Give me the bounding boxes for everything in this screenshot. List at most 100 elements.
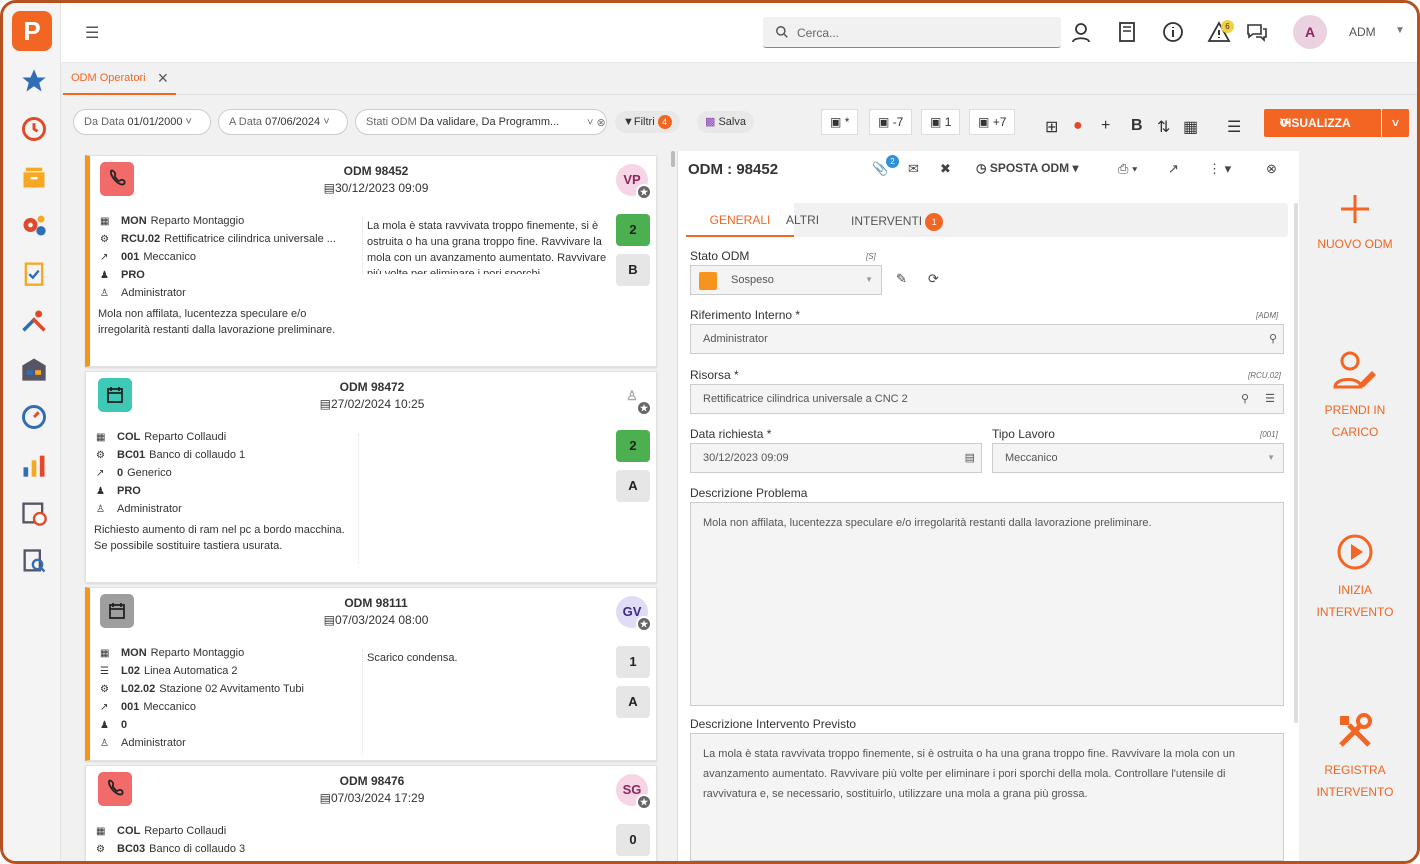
date-plus7-button[interactable]: ▣ +7 — [969, 109, 1016, 135]
odm-card[interactable]: ODM 98476 ▤07/03/2024 17:29 SG ★ ▦ COL Repa… — [85, 765, 657, 861]
stati-odm-filter[interactable]: Stati ODM Da validare, Da Programm... — [355, 109, 607, 135]
calendar-clock-icon[interactable] — [20, 499, 48, 527]
a-data-value: 07/06/2024 — [265, 116, 321, 128]
row-text: Reparto Collaudi — [144, 825, 227, 837]
da-data-value: 01/01/2000 — [127, 116, 183, 128]
user-name[interactable]: ADM — [1349, 25, 1376, 39]
calendar-icon[interactable]: ▤ — [965, 444, 975, 472]
sposta-label: SPOSTA ODM — [989, 161, 1070, 175]
a-data-filter[interactable]: A Data 07/06/2024 ˅ — [218, 109, 348, 135]
close-icon[interactable]: × — [158, 63, 169, 93]
stato-select[interactable]: Sospeso ▼ — [690, 265, 882, 295]
chevron-down-icon[interactable]: ▼ — [1395, 25, 1405, 36]
tab-odm-operatori[interactable]: ODM Operatori × — [63, 63, 177, 95]
list-icon[interactable]: ☰ — [1265, 385, 1275, 413]
warehouse-icon[interactable] — [20, 355, 48, 383]
data-value: 30/12/2023 09:09 — [703, 452, 789, 464]
tools-icon[interactable]: ✖ — [940, 161, 951, 177]
pencil-icon[interactable]: ✎ — [896, 271, 907, 287]
app-logo[interactable]: P — [12, 11, 52, 51]
odm-card[interactable]: ODM 98452 ▤30/12/2023 09:09 VP ★ ▦ MON Repa… — [85, 155, 657, 367]
more-icon[interactable]: ⋮ ▾ — [1208, 161, 1231, 177]
map-pin-icon[interactable]: ● — [1073, 117, 1083, 135]
descrizione-problema-textarea[interactable]: Mola non affilata, lucentezza speculare … — [690, 502, 1284, 706]
qr-code-icon[interactable]: ▦ — [1183, 117, 1198, 137]
inizia-intervento-button[interactable]: INIZIA INTERVENTO — [1301, 533, 1409, 623]
filter-icon: ▼ — [623, 116, 634, 128]
odm-card[interactable]: ODM 98111 ▤07/03/2024 08:00 GV ★ ▦ MON Repa… — [85, 587, 657, 761]
filtri-label: Filtri — [633, 116, 655, 128]
chat-icon[interactable] — [1245, 20, 1269, 44]
row-code: 0 — [117, 467, 124, 479]
plus-icon[interactable]: + — [1101, 117, 1110, 135]
clipboard-icon[interactable] — [20, 259, 48, 287]
print-icon[interactable]: ⎙ ▾ — [1118, 161, 1137, 177]
bar-chart-icon[interactable] — [20, 451, 48, 479]
external-link-icon[interactable]: ↗ — [1168, 161, 1179, 177]
bold-icon[interactable]: B — [1131, 117, 1143, 135]
odm-date: 07/03/2024 17:29 — [330, 791, 425, 805]
detail-scrollbar[interactable] — [1294, 203, 1298, 723]
gauge-icon[interactable] — [20, 403, 48, 431]
data-richiesta-input[interactable]: 30/12/2023 09:09 ▤ — [690, 443, 982, 473]
attachment-badge: 2 — [886, 155, 899, 168]
search-input[interactable]: Cerca... — [763, 17, 1061, 48]
risorsa-input[interactable]: Rettificatrice cilindrica universale a C… — [690, 384, 1284, 414]
riferimento-input[interactable]: Administrator ⚲ — [690, 324, 1284, 354]
support-icon[interactable] — [1069, 20, 1093, 44]
odm-date: 30/12/2023 09:09 — [334, 181, 429, 195]
search-icon[interactable]: ⚲ — [1241, 385, 1249, 413]
salva-button[interactable]: ▩ Salva — [697, 111, 754, 133]
search-icon[interactable]: ⚲ — [1269, 325, 1277, 353]
registra-intervento-button[interactable]: REGISTRA INTERVENTO — [1301, 711, 1409, 803]
action-label: NUOVO ODM — [1317, 237, 1393, 251]
filtri-button[interactable]: ▼Filtri 4 — [615, 111, 680, 133]
chat-icon[interactable]: ✉ — [908, 161, 919, 177]
grid-icon[interactable]: ⊞ — [1045, 117, 1058, 137]
book-icon[interactable] — [1115, 20, 1139, 44]
date-minus7-button[interactable]: ▣ -7 — [869, 109, 913, 135]
avatar[interactable]: A — [1293, 15, 1327, 49]
sposta-odm-button[interactable]: ◷ SPOSTA ODM ▾ — [976, 161, 1079, 175]
tools-icon — [1339, 713, 1372, 747]
odm-title: ODM 98476 — [339, 774, 405, 788]
history-icon[interactable]: ⟳ — [928, 271, 939, 287]
close-circle-icon[interactable]: ⊗ — [1266, 161, 1277, 177]
clock-icon[interactable] — [20, 115, 48, 143]
odm-card[interactable]: ODM 98472 ▤27/02/2024 10:25 ♙ ★ ▦ COL Repar… — [85, 371, 657, 583]
odm-note — [358, 434, 612, 564]
date-all-button[interactable]: ▣ * — [821, 109, 859, 135]
risorsa-ref: [RCU.02] — [1248, 371, 1281, 380]
info-icon[interactable] — [1161, 20, 1185, 44]
tab-interventi[interactable]: INTERVENTI 1 — [851, 213, 944, 231]
document-search-icon[interactable] — [20, 547, 48, 575]
calendar-icon: ▣ — [878, 115, 890, 129]
menu-icon[interactable]: ☰ — [85, 23, 99, 43]
star-icon[interactable] — [20, 67, 48, 95]
row-text: Banco di collaudo 1 — [149, 449, 246, 461]
priority-box: 2 — [616, 430, 650, 462]
tipo-lavoro-select[interactable]: Meccanico ▼ — [992, 443, 1284, 473]
tab-generali[interactable]: GENERALI — [686, 203, 794, 237]
topbar: ☰ Cerca... 6 A ADM ▼ — [61, 3, 1417, 63]
da-data-filter[interactable]: Da Data 01/01/2000 ˅ — [73, 109, 211, 135]
sort-icon[interactable]: ⇅ — [1157, 117, 1170, 137]
date-today-button[interactable]: ▣ 1 — [921, 109, 961, 135]
archive-icon[interactable] — [20, 163, 48, 191]
action-label: INTERVENTO — [1316, 785, 1394, 799]
gears-icon[interactable] — [20, 211, 48, 239]
visualizza-button[interactable]: ⟳ VISUALIZZA ˅ — [1264, 109, 1409, 137]
play-icon — [1337, 534, 1373, 570]
tipo-label: Tipo Lavoro — [992, 427, 1055, 441]
nuovo-odm-button[interactable]: NUOVO ODM — [1301, 193, 1409, 255]
prendi-in-carico-button[interactable]: PRENDI IN CARICO — [1301, 349, 1409, 443]
descrizione-intervento-textarea[interactable]: La mola è stata ravvivata troppo finemen… — [690, 733, 1284, 861]
list-scrollbar[interactable] — [671, 151, 675, 167]
odm-date: 27/02/2024 10:25 — [330, 397, 425, 411]
list-menu-icon[interactable]: ☰ — [1227, 117, 1241, 137]
chevron-down-icon[interactable]: ˅ — [1381, 109, 1409, 137]
row-code: COL — [117, 825, 141, 837]
clear-icon[interactable]: ˅ ⊗ — [587, 116, 606, 129]
tools-icon[interactable] — [20, 307, 48, 335]
tab-altri[interactable]: ALTRI — [786, 213, 819, 227]
